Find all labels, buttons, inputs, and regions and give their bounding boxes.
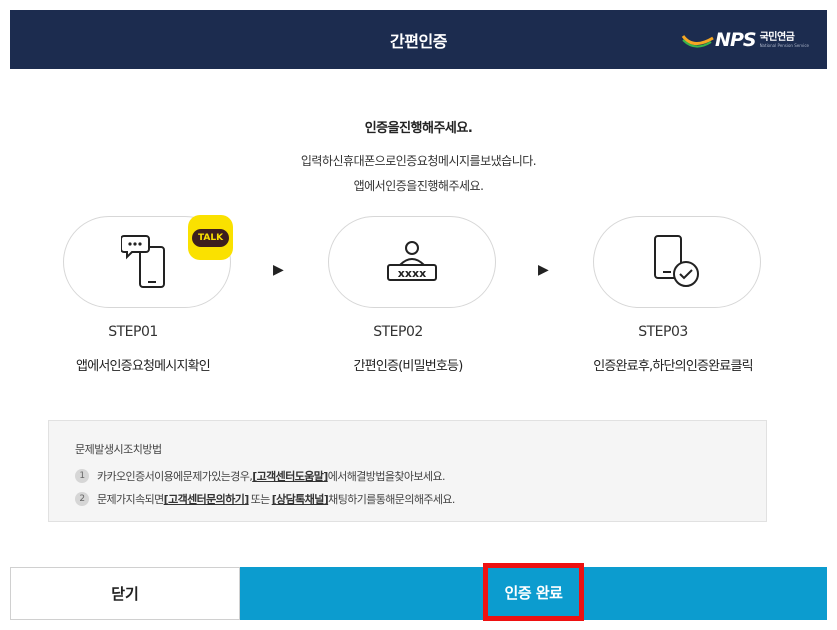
help-text: 또는 — [250, 493, 271, 506]
help-text: 에서해결방법을찾아보세요. — [327, 470, 446, 483]
logo-korean-text: 국민연금 — [759, 32, 795, 43]
number-badge: 1 — [75, 469, 89, 483]
help-item-1: 1 카카오인증서이용에문제가있는경우, [고객센터도움말] 에서해결방법을찾아보… — [75, 468, 445, 484]
talk-badge-label: TALK — [191, 228, 230, 247]
complete-auth-button[interactable]: 인증 완료 — [483, 563, 584, 621]
chat-phone-icon — [121, 235, 165, 288]
step1-description: 앱에서인증요청메시지확인 — [76, 359, 211, 374]
help-text: 채팅하기를통해문의해주세요. — [328, 493, 455, 506]
nps-swoosh-icon — [681, 35, 714, 48]
step3-description: 인증완료후,하단의인증완료클릭 — [593, 359, 753, 374]
logo-text: NPS — [715, 29, 757, 51]
page-title: 간편인증 — [390, 31, 447, 51]
help-center-inquiry-link[interactable]: [고객센터문의하기] — [164, 491, 250, 507]
step3-card — [593, 216, 761, 308]
help-text: 문제가지속되면 — [97, 493, 164, 506]
help-item-2: 2 문제가지속되면 [고객센터문의하기] 또는 [상담톡채널] 채팅하기를통해문… — [75, 491, 455, 507]
intro-line-1: 입력하신휴대폰으로인증요청메시지를보냈습니다. — [300, 154, 537, 168]
help-text: 카카오인증서이용에문제가있는경우, — [97, 470, 253, 483]
step2-card: xxxx — [328, 216, 496, 308]
step2-description: 간편인증(비밀번호등) — [353, 359, 464, 374]
svg-text:xxxx: xxxx — [398, 267, 426, 280]
arrow-icon: ▶ — [273, 262, 284, 278]
kakao-talk-badge: TALK — [188, 215, 233, 260]
logo-english-text: National Pension Service — [759, 43, 809, 48]
arrow-icon: ▶ — [538, 262, 549, 278]
help-box: 문제발생시조치방법 1 카카오인증서이용에문제가있는경우, [고객센터도움말] … — [48, 420, 767, 522]
consult-talk-channel-link[interactable]: [상담톡채널] — [272, 491, 329, 507]
nps-logo: NPS 국민연금 National Pension Service — [681, 25, 809, 55]
step2-label: STEP02 — [373, 324, 423, 340]
password-user-icon: xxxx — [387, 241, 437, 281]
header-bar: 간편인증 NPS 국민연금 National Pension Service — [10, 10, 827, 69]
intro-line-2: 앱에서인증을진행해주세요. — [353, 179, 484, 193]
number-badge: 2 — [75, 492, 89, 506]
close-button[interactable]: 닫기 — [10, 567, 240, 620]
help-title: 문제발생시조치방법 — [75, 443, 162, 456]
step1-label: STEP01 — [108, 324, 158, 340]
intro-title: 인증을진행해주세요. — [364, 121, 473, 136]
step3-label: STEP03 — [638, 324, 688, 340]
phone-check-icon — [654, 235, 699, 287]
help-center-guide-link[interactable]: [고객센터도움말] — [252, 468, 328, 484]
